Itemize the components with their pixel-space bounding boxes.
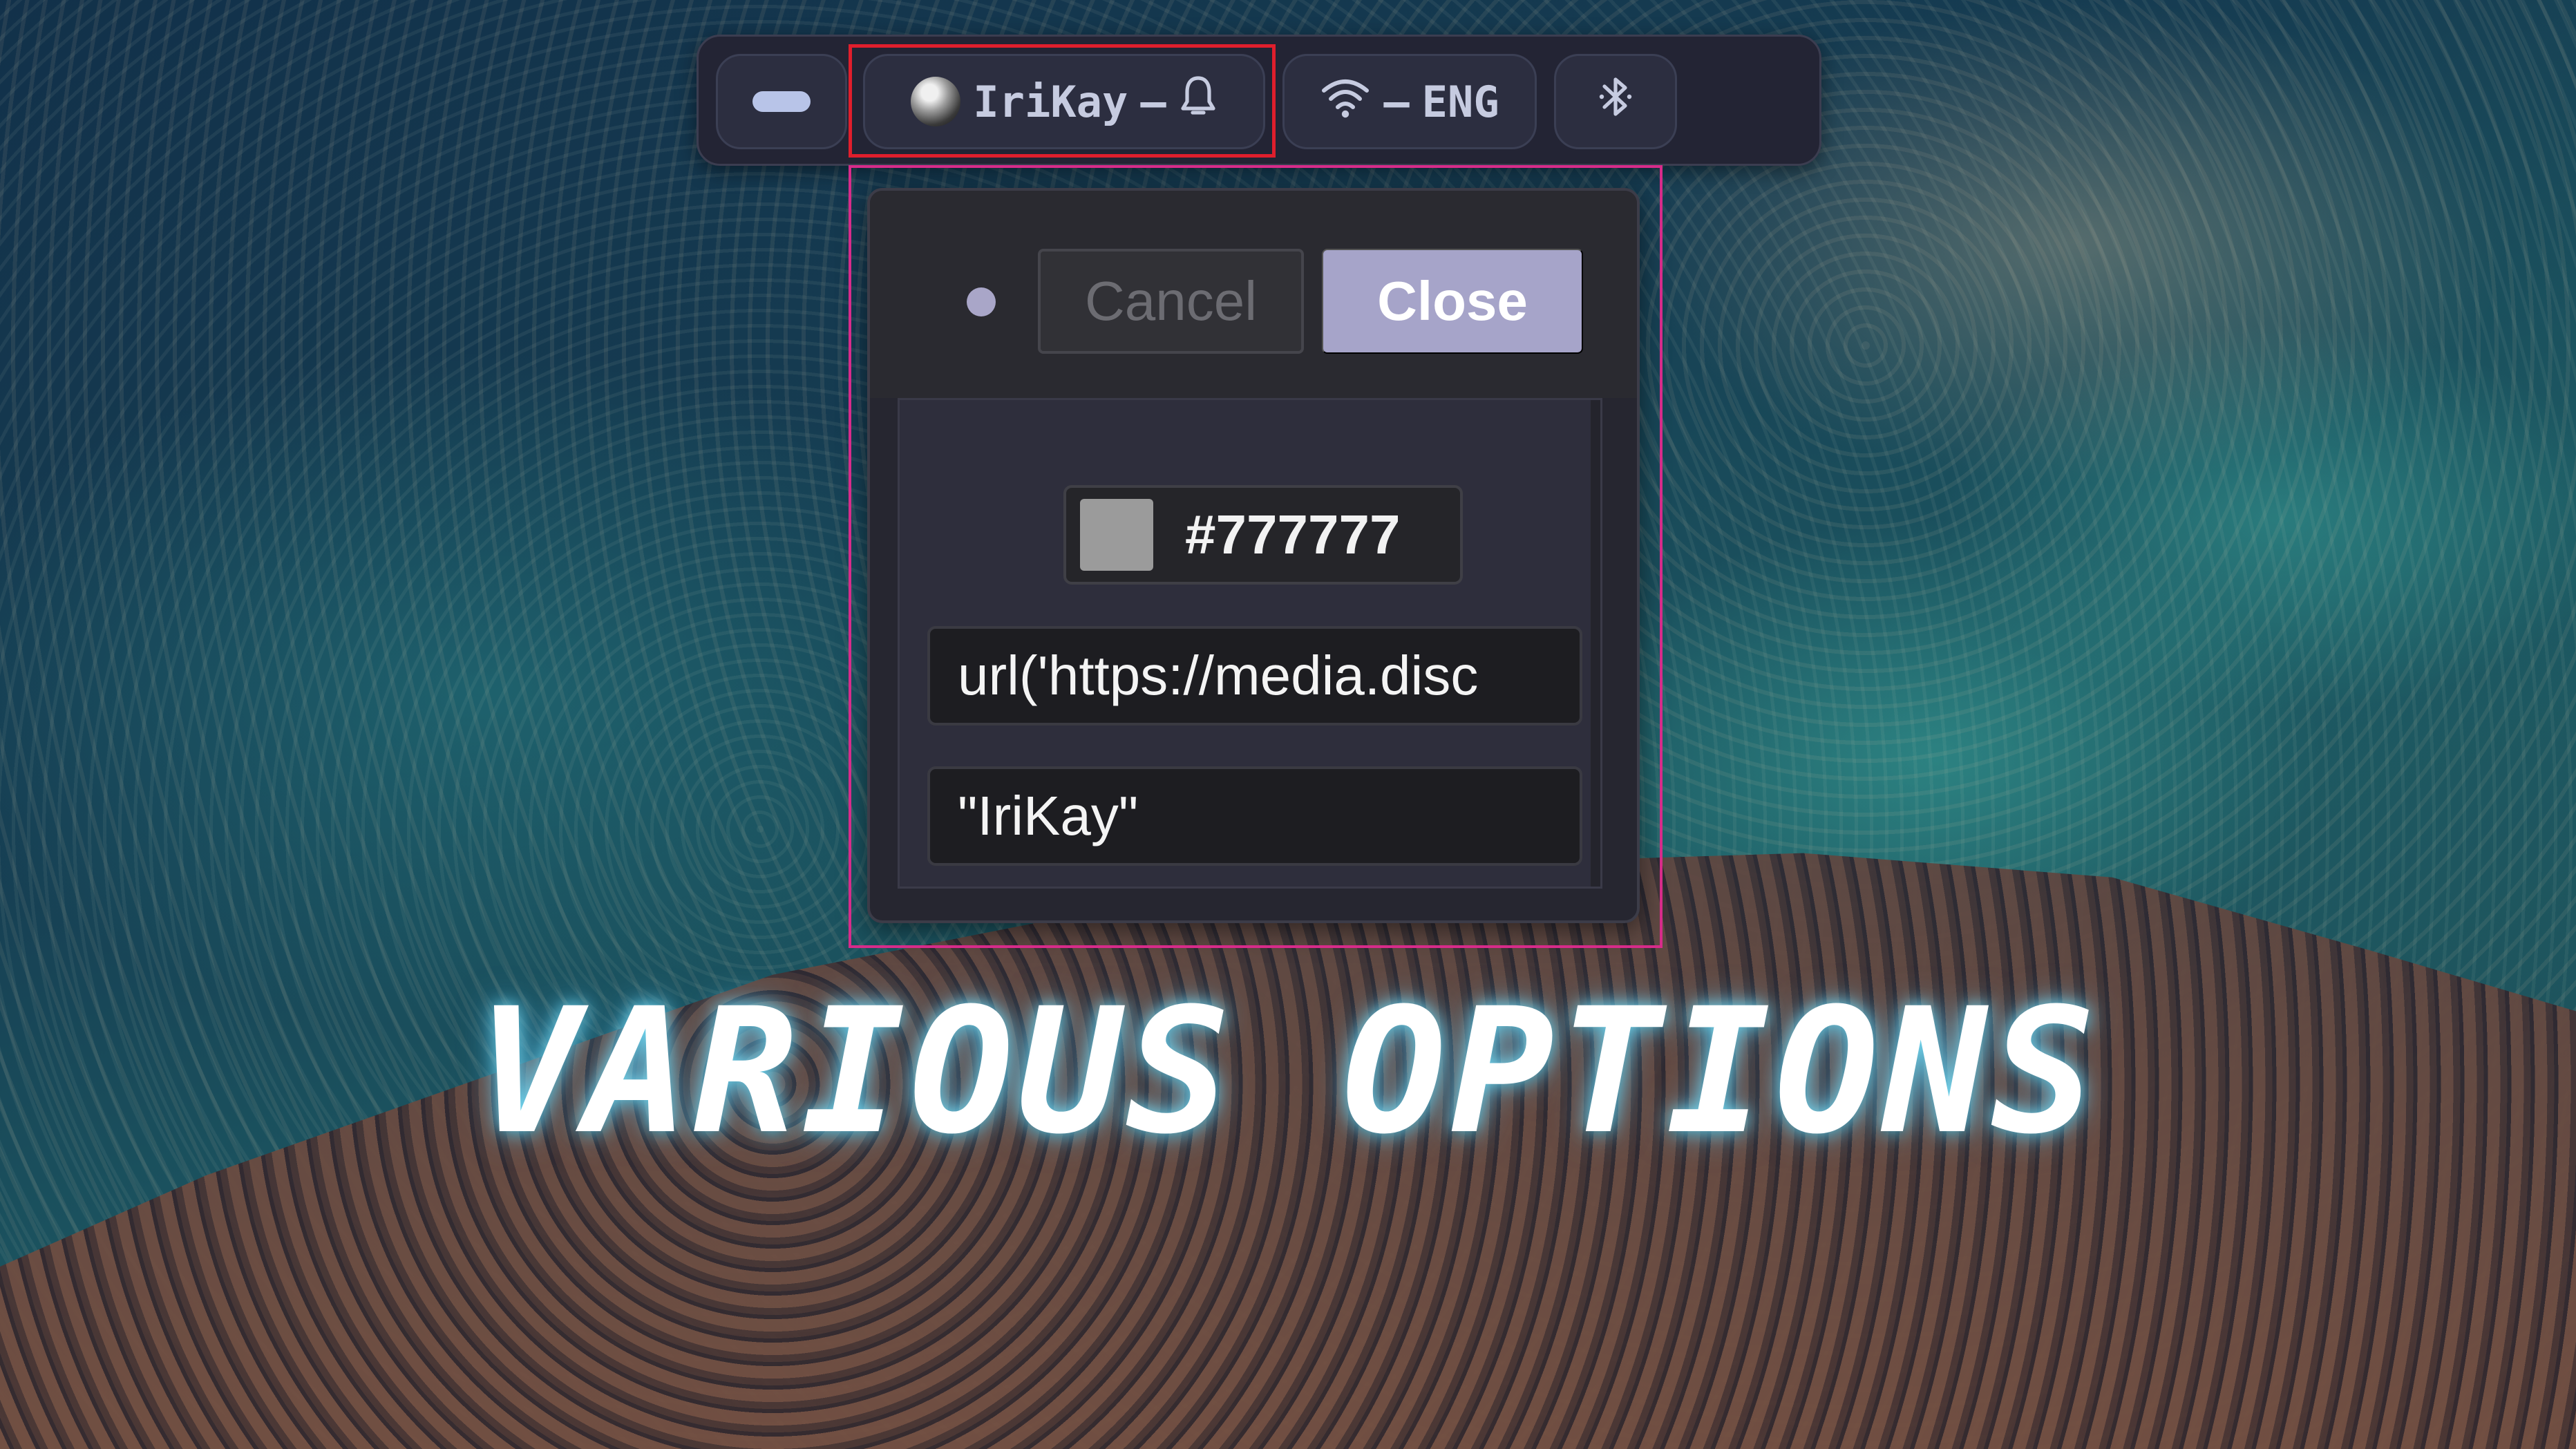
network-separator: – [1383, 76, 1410, 127]
bluetooth-icon [1596, 73, 1635, 131]
workspace-indicator[interactable] [716, 54, 847, 149]
network-module[interactable]: – ENG [1282, 54, 1537, 149]
keyboard-language: ENG [1421, 76, 1499, 127]
user-module-highlight [849, 44, 1276, 158]
bluetooth-module[interactable] [1554, 54, 1677, 149]
workspace-pill-icon [752, 91, 811, 112]
caption-title: VARIOUS OPTIONS [477, 971, 2099, 1172]
popup-highlight [849, 165, 1663, 948]
wifi-icon [1320, 75, 1371, 129]
